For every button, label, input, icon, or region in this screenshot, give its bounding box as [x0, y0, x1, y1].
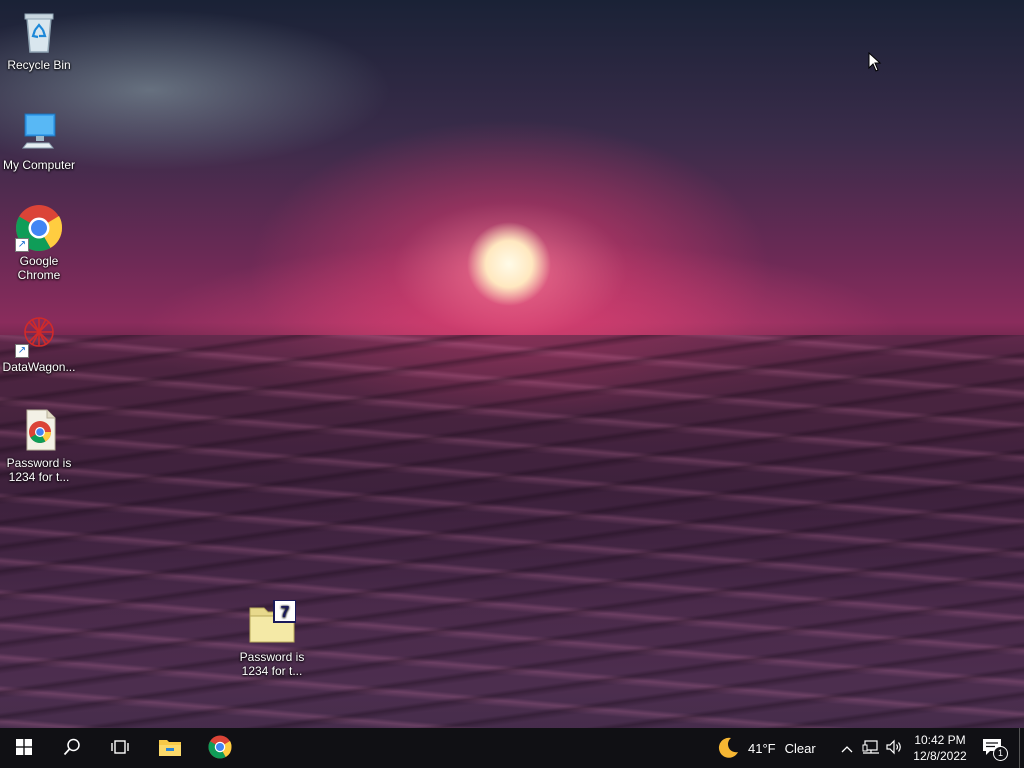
taskbar-file-explorer[interactable] [146, 728, 194, 768]
action-center-button[interactable]: 1 [978, 728, 1008, 768]
desktop-icon-label: Password is 1234 for t... [6, 456, 72, 484]
clock-time: 10:42 PM [914, 733, 966, 747]
taskbar-google-chrome[interactable] [196, 728, 244, 768]
show-desktop-divider[interactable] [1019, 728, 1020, 768]
desktop[interactable]: Recycle Bin My Computer ↗ Google Chrome … [0, 0, 1024, 768]
desktop-icon-label: My Computer [2, 158, 76, 172]
network-icon [862, 739, 880, 758]
search-icon [63, 738, 81, 759]
task-view-button[interactable] [96, 728, 144, 768]
task-view-icon [111, 739, 129, 758]
clock-date: 12/8/2022 [913, 749, 967, 763]
network-button[interactable] [861, 728, 881, 768]
computer-icon [15, 108, 63, 156]
taskbar: 41°F Clear 10:42 PM 12/8/2022 1 [0, 728, 1024, 768]
search-button[interactable] [48, 728, 96, 768]
desktop-icon-recycle-bin[interactable]: Recycle Bin [1, 8, 77, 72]
7zip-archive-icon: 7 [248, 599, 297, 648]
clock[interactable]: 10:42 PM 12/8/2022 [908, 728, 972, 768]
svg-text:7: 7 [281, 604, 290, 621]
notification-icon: 1 [982, 737, 1008, 761]
weather-condition: Clear [784, 740, 816, 756]
volume-icon [885, 739, 903, 758]
shortcut-arrow-icon: ↗ [15, 238, 29, 252]
desktop-icon-label: Password is 1234 for t... [239, 650, 305, 678]
datawagon-icon: ↗ [15, 310, 63, 358]
show-hidden-icons-button[interactable] [838, 728, 856, 768]
desktop-icon-google-chrome[interactable]: ↗ Google Chrome [1, 204, 77, 282]
moon-icon [716, 736, 740, 760]
recycle-bin-icon [15, 8, 63, 56]
desktop-icon-label: Google Chrome [17, 254, 61, 282]
weather-temp: 41°F [748, 740, 776, 756]
chrome-file-icon [15, 406, 63, 454]
desktop-icon-password-7z[interactable]: 7 Password is 1234 for t... [234, 599, 310, 678]
chevron-up-icon [841, 741, 853, 756]
chrome-icon [208, 735, 232, 762]
shortcut-arrow-icon: ↗ [15, 344, 29, 358]
notification-count: 1 [993, 746, 1008, 761]
desktop-icon-datawagon[interactable]: ↗ DataWagon... [1, 310, 77, 374]
windows-start-icon [16, 738, 32, 758]
chrome-icon: ↗ [15, 204, 63, 252]
desktop-icon-label: Recycle Bin [7, 58, 71, 72]
mouse-cursor-icon [868, 51, 882, 77]
weather-widget[interactable]: 41°F Clear [716, 728, 826, 768]
desktop-icon-my-computer[interactable]: My Computer [1, 108, 77, 172]
volume-button[interactable] [884, 728, 904, 768]
start-button[interactable] [0, 728, 48, 768]
desktop-icon-label: DataWagon... [2, 360, 76, 374]
wallpaper-sea [0, 335, 1024, 728]
file-explorer-icon [158, 737, 182, 760]
desktop-icon-password-html[interactable]: Password is 1234 for t... [1, 406, 77, 484]
